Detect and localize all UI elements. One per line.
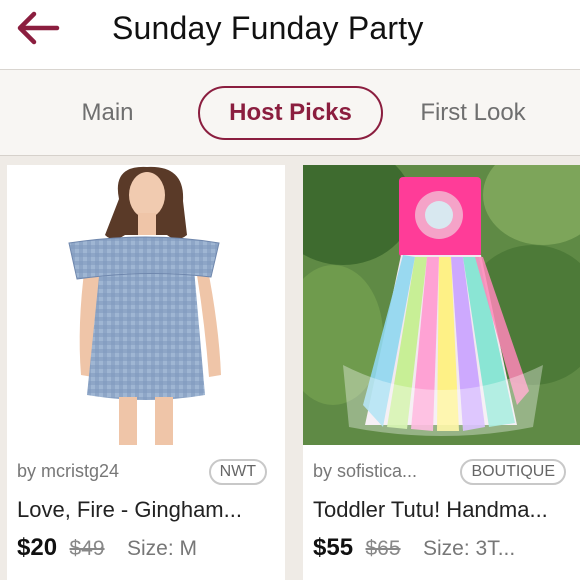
- tab-main[interactable]: Main: [60, 86, 155, 140]
- listing-card[interactable]: by sofistica... BOUTIQUE Toddler Tutu! H…: [303, 165, 580, 580]
- size-label: Size: 3T...: [423, 537, 516, 560]
- page-title: Sunday Funday Party: [112, 10, 424, 46]
- listing-card[interactable]: by mcristg24 NWT Love, Fire - Gingham...…: [7, 165, 285, 580]
- price: $55: [313, 534, 354, 561]
- listing-image[interactable]: [303, 165, 580, 445]
- size-label: Size: M: [127, 537, 198, 560]
- price-row: $55 $65 Size: 3T...: [313, 533, 515, 563]
- listing-title[interactable]: Love, Fire - Gingham...: [17, 497, 242, 523]
- rainbow-tutu-image: [303, 165, 580, 445]
- tab-host-picks[interactable]: Host Picks: [198, 86, 383, 140]
- listing-title[interactable]: Toddler Tutu! Handma...: [313, 497, 548, 523]
- price-row: $20 $49 Size: M: [17, 533, 197, 563]
- arrow-left-icon: [17, 11, 60, 45]
- tab-bar: Main Host Picks First Look: [0, 70, 580, 156]
- price: $20: [17, 534, 58, 561]
- gingham-dress-image: [7, 165, 285, 445]
- tab-first-look[interactable]: First Look: [408, 86, 538, 140]
- listing-meta: by mcristg24 NWT Love, Fire - Gingham...…: [7, 445, 285, 580]
- original-price: $65: [365, 537, 401, 560]
- listing-meta: by sofistica... BOUTIQUE Toddler Tutu! H…: [303, 445, 580, 580]
- listing-grid: by mcristg24 NWT Love, Fire - Gingham...…: [0, 157, 580, 580]
- condition-badge: BOUTIQUE: [460, 459, 566, 485]
- seller-name[interactable]: by sofistica...: [313, 461, 417, 482]
- header: Sunday Funday Party: [0, 0, 580, 70]
- original-price: $49: [69, 537, 105, 560]
- listing-image[interactable]: [7, 165, 285, 445]
- condition-badge: NWT: [208, 459, 267, 485]
- seller-name[interactable]: by mcristg24: [17, 461, 119, 482]
- back-button[interactable]: [14, 8, 62, 48]
